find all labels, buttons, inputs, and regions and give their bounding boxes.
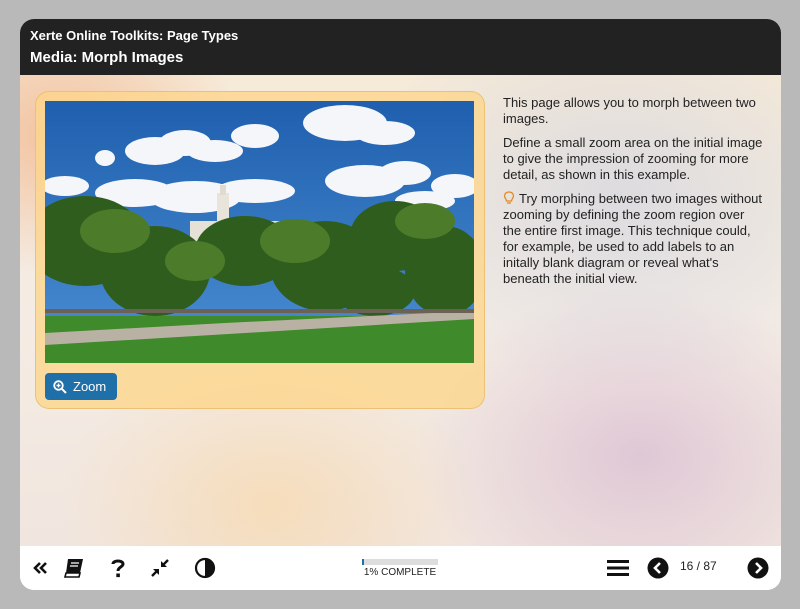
app-window: Xerte Online Toolkits: Page Types Media:… [20,19,781,590]
morph-image [45,101,474,363]
app-title: Xerte Online Toolkits: Page Types [30,28,239,43]
progress-indicator: 1% COMPLETE [362,559,438,578]
image-panel: Zoom [35,91,485,409]
instructions-paragraph: Define a small zoom area on the initial … [503,135,763,182]
help-icon [111,559,125,578]
menu-button[interactable] [606,556,630,580]
text-panel: This page allows you to morph between tw… [503,95,765,295]
previous-icon [647,557,669,579]
progress-bar [362,559,438,565]
glossary-button[interactable] [62,556,86,580]
tip-paragraph: Try morphing between two images without … [503,191,765,287]
footer-toolbar: 1% COMPLETE 16 / 87 [20,546,781,590]
lightbulb-icon [503,191,515,204]
tip-text: Try morphing between two images without … [503,191,763,286]
zoom-button-label: Zoom [73,379,107,394]
help-button[interactable] [106,556,130,580]
page-title: Media: Morph Images [30,49,184,66]
menu-icon [607,560,629,576]
glossary-book-icon [63,559,83,578]
collapse-button[interactable] [28,556,52,580]
progress-bar-fill [362,559,365,565]
previous-page-button[interactable] [646,556,670,580]
next-icon [747,557,769,579]
next-page-button[interactable] [746,556,770,580]
contrast-button[interactable] [193,556,217,580]
contrast-icon [194,557,216,579]
minimize-icon [151,559,169,577]
header: Xerte Online Toolkits: Page Types Media:… [20,19,781,75]
collapse-icon [33,562,47,574]
progress-label: 1% COMPLETE [363,567,437,578]
zoom-in-icon [53,379,67,394]
zoom-button[interactable]: Zoom [45,373,117,400]
page-content: Zoom This page allows you to morph betwe… [20,75,781,546]
minimize-button[interactable] [148,556,172,580]
page-counter: 16 / 87 [680,559,717,573]
intro-paragraph: This page allows you to morph between tw… [503,95,756,126]
